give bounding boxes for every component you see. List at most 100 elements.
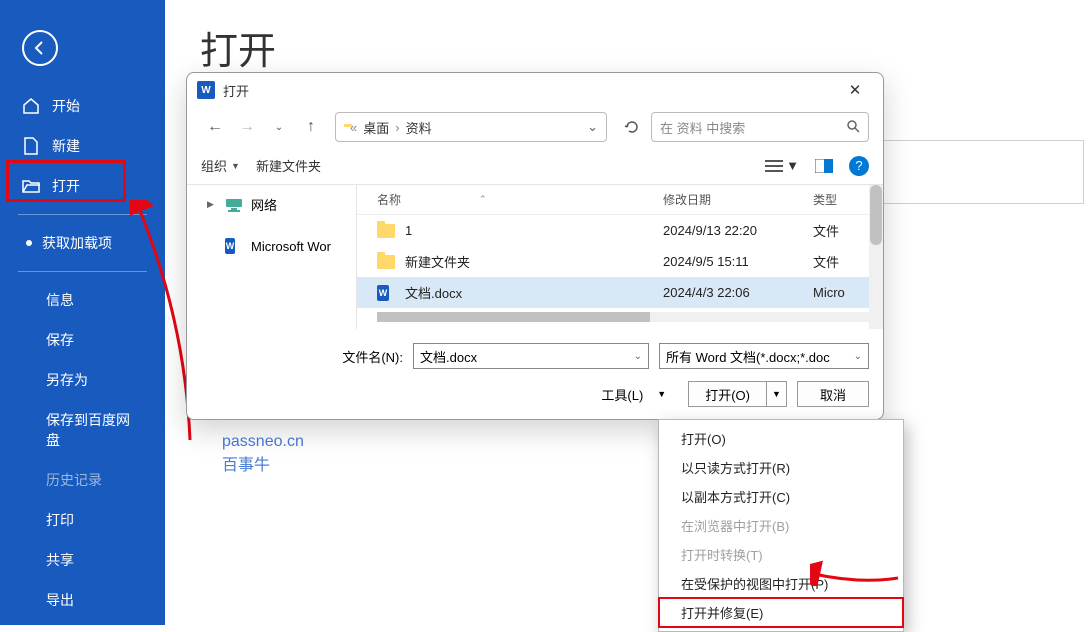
file-row-selected[interactable]: W 文档.docx 2024/4/3 22:06 Micro <box>357 277 883 308</box>
sidebar-item-new[interactable]: 新建 <box>0 126 165 166</box>
sidebar-item-saveas[interactable]: 另存为 <box>0 360 165 400</box>
nav-forward-button[interactable]: → <box>233 113 261 141</box>
scrollbar-thumb[interactable] <box>870 185 882 245</box>
open-button[interactable]: 打开(O) <box>688 381 767 407</box>
view-options-button[interactable]: ▼ <box>765 158 799 173</box>
horizontal-scrollbar[interactable] <box>377 312 873 322</box>
sidebar-label: 信息 <box>46 290 74 310</box>
sidebar-item-share[interactable]: 共享 <box>0 540 165 580</box>
sidebar-label: 开始 <box>52 96 80 116</box>
dialog-close-button[interactable]: ✕ <box>837 76 873 104</box>
folder-icon <box>377 255 397 269</box>
chevron-down-icon[interactable]: ⌄ <box>854 351 862 362</box>
sidebar-item-export[interactable]: 导出 <box>0 580 165 620</box>
menu-item-protected[interactable]: 在受保护的视图中打开(P) <box>659 569 903 598</box>
new-folder-button[interactable]: 新建文件夹 <box>256 156 321 175</box>
filename-row: 文件名(N): 文档.docx ⌄ 所有 Word 文档(*.docx;*.do… <box>187 329 883 373</box>
sidebar-item-print[interactable]: 打印 <box>0 500 165 540</box>
open-split-button: 打开(O) ▼ <box>688 381 787 407</box>
open-dropdown-button[interactable]: ▼ <box>767 381 787 407</box>
page-title: 打开 <box>200 20 276 75</box>
path-segment[interactable]: 资料 <box>406 118 432 137</box>
dialog-body: ▶ 网络 ▶ W Microsoft Wor 名称 ⌃ 修改日期 类型 <box>187 185 883 329</box>
file-type: 文件 <box>813 224 839 239</box>
menu-item-readonly[interactable]: 以只读方式打开(R) <box>659 453 903 482</box>
sidebar-item-save[interactable]: 保存 <box>0 320 165 360</box>
file-name: 新建文件夹 <box>405 252 470 271</box>
tools-button[interactable]: 工具(L) <box>601 385 643 404</box>
preview-pane-button[interactable] <box>815 159 833 173</box>
sidebar-item-baidu[interactable]: 保存到百度网盘 <box>0 400 165 460</box>
file-date: 2024/9/13 22:20 <box>663 223 757 238</box>
file-row[interactable]: 新建文件夹 2024/9/5 15:11 文件 <box>357 246 883 277</box>
path-segment[interactable]: 桌面 <box>363 118 389 137</box>
watermark: passneo.cn 百事牛 <box>222 430 304 478</box>
menu-item-repair[interactable]: 打开并修复(E) <box>659 598 903 627</box>
search-icon <box>846 119 860 136</box>
tree-item-msword[interactable]: ▶ W Microsoft Wor <box>187 232 356 260</box>
file-list-header: 名称 ⌃ 修改日期 类型 <box>357 185 883 215</box>
home-icon <box>22 97 40 115</box>
address-bar[interactable]: « 桌面 › 资料 ⌄ <box>335 112 607 142</box>
column-type[interactable]: 类型 <box>813 191 873 208</box>
nav-row: ← → ⌄ ↑ « 桌面 › 资料 ⌄ 在 资料 中搜索 <box>187 107 883 147</box>
filename-label: 文件名(N): <box>323 347 403 366</box>
nav-recent-button[interactable]: ⌄ <box>265 113 293 141</box>
cancel-button[interactable]: 取消 <box>797 381 869 407</box>
column-name[interactable]: 名称 ⌃ <box>377 191 663 208</box>
file-type-filter[interactable]: 所有 Word 文档(*.docx;*.doc ⌄ <box>659 343 869 369</box>
dialog-toolbar: 组织 ▼ 新建文件夹 ▼ ? <box>187 147 883 185</box>
menu-item-open[interactable]: 打开(O) <box>659 424 903 453</box>
open-file-dialog: W 打开 ✕ ← → ⌄ ↑ « 桌面 › 资料 ⌄ 在 资料 中搜索 组织 ▼… <box>186 72 884 420</box>
chevron-down-icon: ▼ <box>786 158 799 173</box>
sidebar-item-addins[interactable]: 获取加载项 <box>0 223 165 263</box>
open-folder-icon <box>22 177 40 195</box>
file-row[interactable]: 1 2024/9/13 22:20 文件 <box>357 215 883 246</box>
scrollbar-thumb[interactable] <box>377 312 650 322</box>
nav-up-button[interactable]: ↑ <box>297 113 325 141</box>
tree-label: 网络 <box>251 195 277 214</box>
sidebar-label: 历史记录 <box>46 470 102 490</box>
refresh-button[interactable] <box>617 112 647 142</box>
folder-tree: ▶ 网络 ▶ W Microsoft Wor <box>187 185 357 329</box>
organize-button[interactable]: 组织 ▼ <box>201 156 240 175</box>
sidebar-divider <box>18 271 147 272</box>
backstage-sidebar: 开始 新建 打开 获取加载项 信息 保存 另存为 保存到百度网盘 历史记录 打印… <box>0 0 165 625</box>
word-icon: W <box>225 238 243 254</box>
folder-icon <box>377 224 397 238</box>
refresh-icon <box>624 119 640 135</box>
docx-icon: W <box>377 285 397 301</box>
open-options-menu: 打开(O) 以只读方式打开(R) 以副本方式打开(C) 在浏览器中打开(B) 打… <box>658 419 904 632</box>
chevron-down-icon[interactable]: ⌄ <box>587 119 598 135</box>
column-date[interactable]: 修改日期 <box>663 191 813 208</box>
vertical-scrollbar[interactable] <box>869 185 883 329</box>
sidebar-item-history[interactable]: 历史记录 <box>0 460 165 500</box>
sidebar-label: 保存到百度网盘 <box>46 410 143 450</box>
expand-icon[interactable]: ▶ <box>207 199 217 210</box>
tree-item-network[interactable]: ▶ 网络 <box>187 189 356 220</box>
chevron-down-icon: ▼ <box>231 161 240 171</box>
sidebar-divider <box>18 214 147 215</box>
path-sep: « <box>350 120 357 135</box>
chevron-down-icon[interactable]: ▼ <box>657 389 666 399</box>
back-button[interactable] <box>22 30 58 66</box>
dialog-buttons: 工具(L) ▼ 打开(O) ▼ 取消 <box>187 373 883 419</box>
search-input[interactable]: 在 资料 中搜索 <box>651 112 869 142</box>
sidebar-item-home[interactable]: 开始 <box>0 86 165 126</box>
watermark-line2: 百事牛 <box>222 454 304 478</box>
chevron-down-icon[interactable]: ⌄ <box>634 351 642 362</box>
sidebar-item-open[interactable]: 打开 <box>0 166 165 206</box>
watermark-line1: passneo.cn <box>222 430 304 454</box>
sidebar-label: 另存为 <box>46 370 88 390</box>
help-button[interactable]: ? <box>849 156 869 176</box>
tree-label: Microsoft Wor <box>251 239 331 254</box>
organize-label: 组织 <box>201 156 227 175</box>
menu-item-copy[interactable]: 以副本方式打开(C) <box>659 482 903 511</box>
preview-icon <box>815 159 833 173</box>
list-view-icon <box>765 159 783 173</box>
sidebar-item-info[interactable]: 信息 <box>0 280 165 320</box>
sidebar-label: 获取加载项 <box>42 233 112 253</box>
file-type: Micro <box>813 285 845 300</box>
nav-back-button[interactable]: ← <box>201 113 229 141</box>
filename-input[interactable]: 文档.docx ⌄ <box>413 343 649 369</box>
